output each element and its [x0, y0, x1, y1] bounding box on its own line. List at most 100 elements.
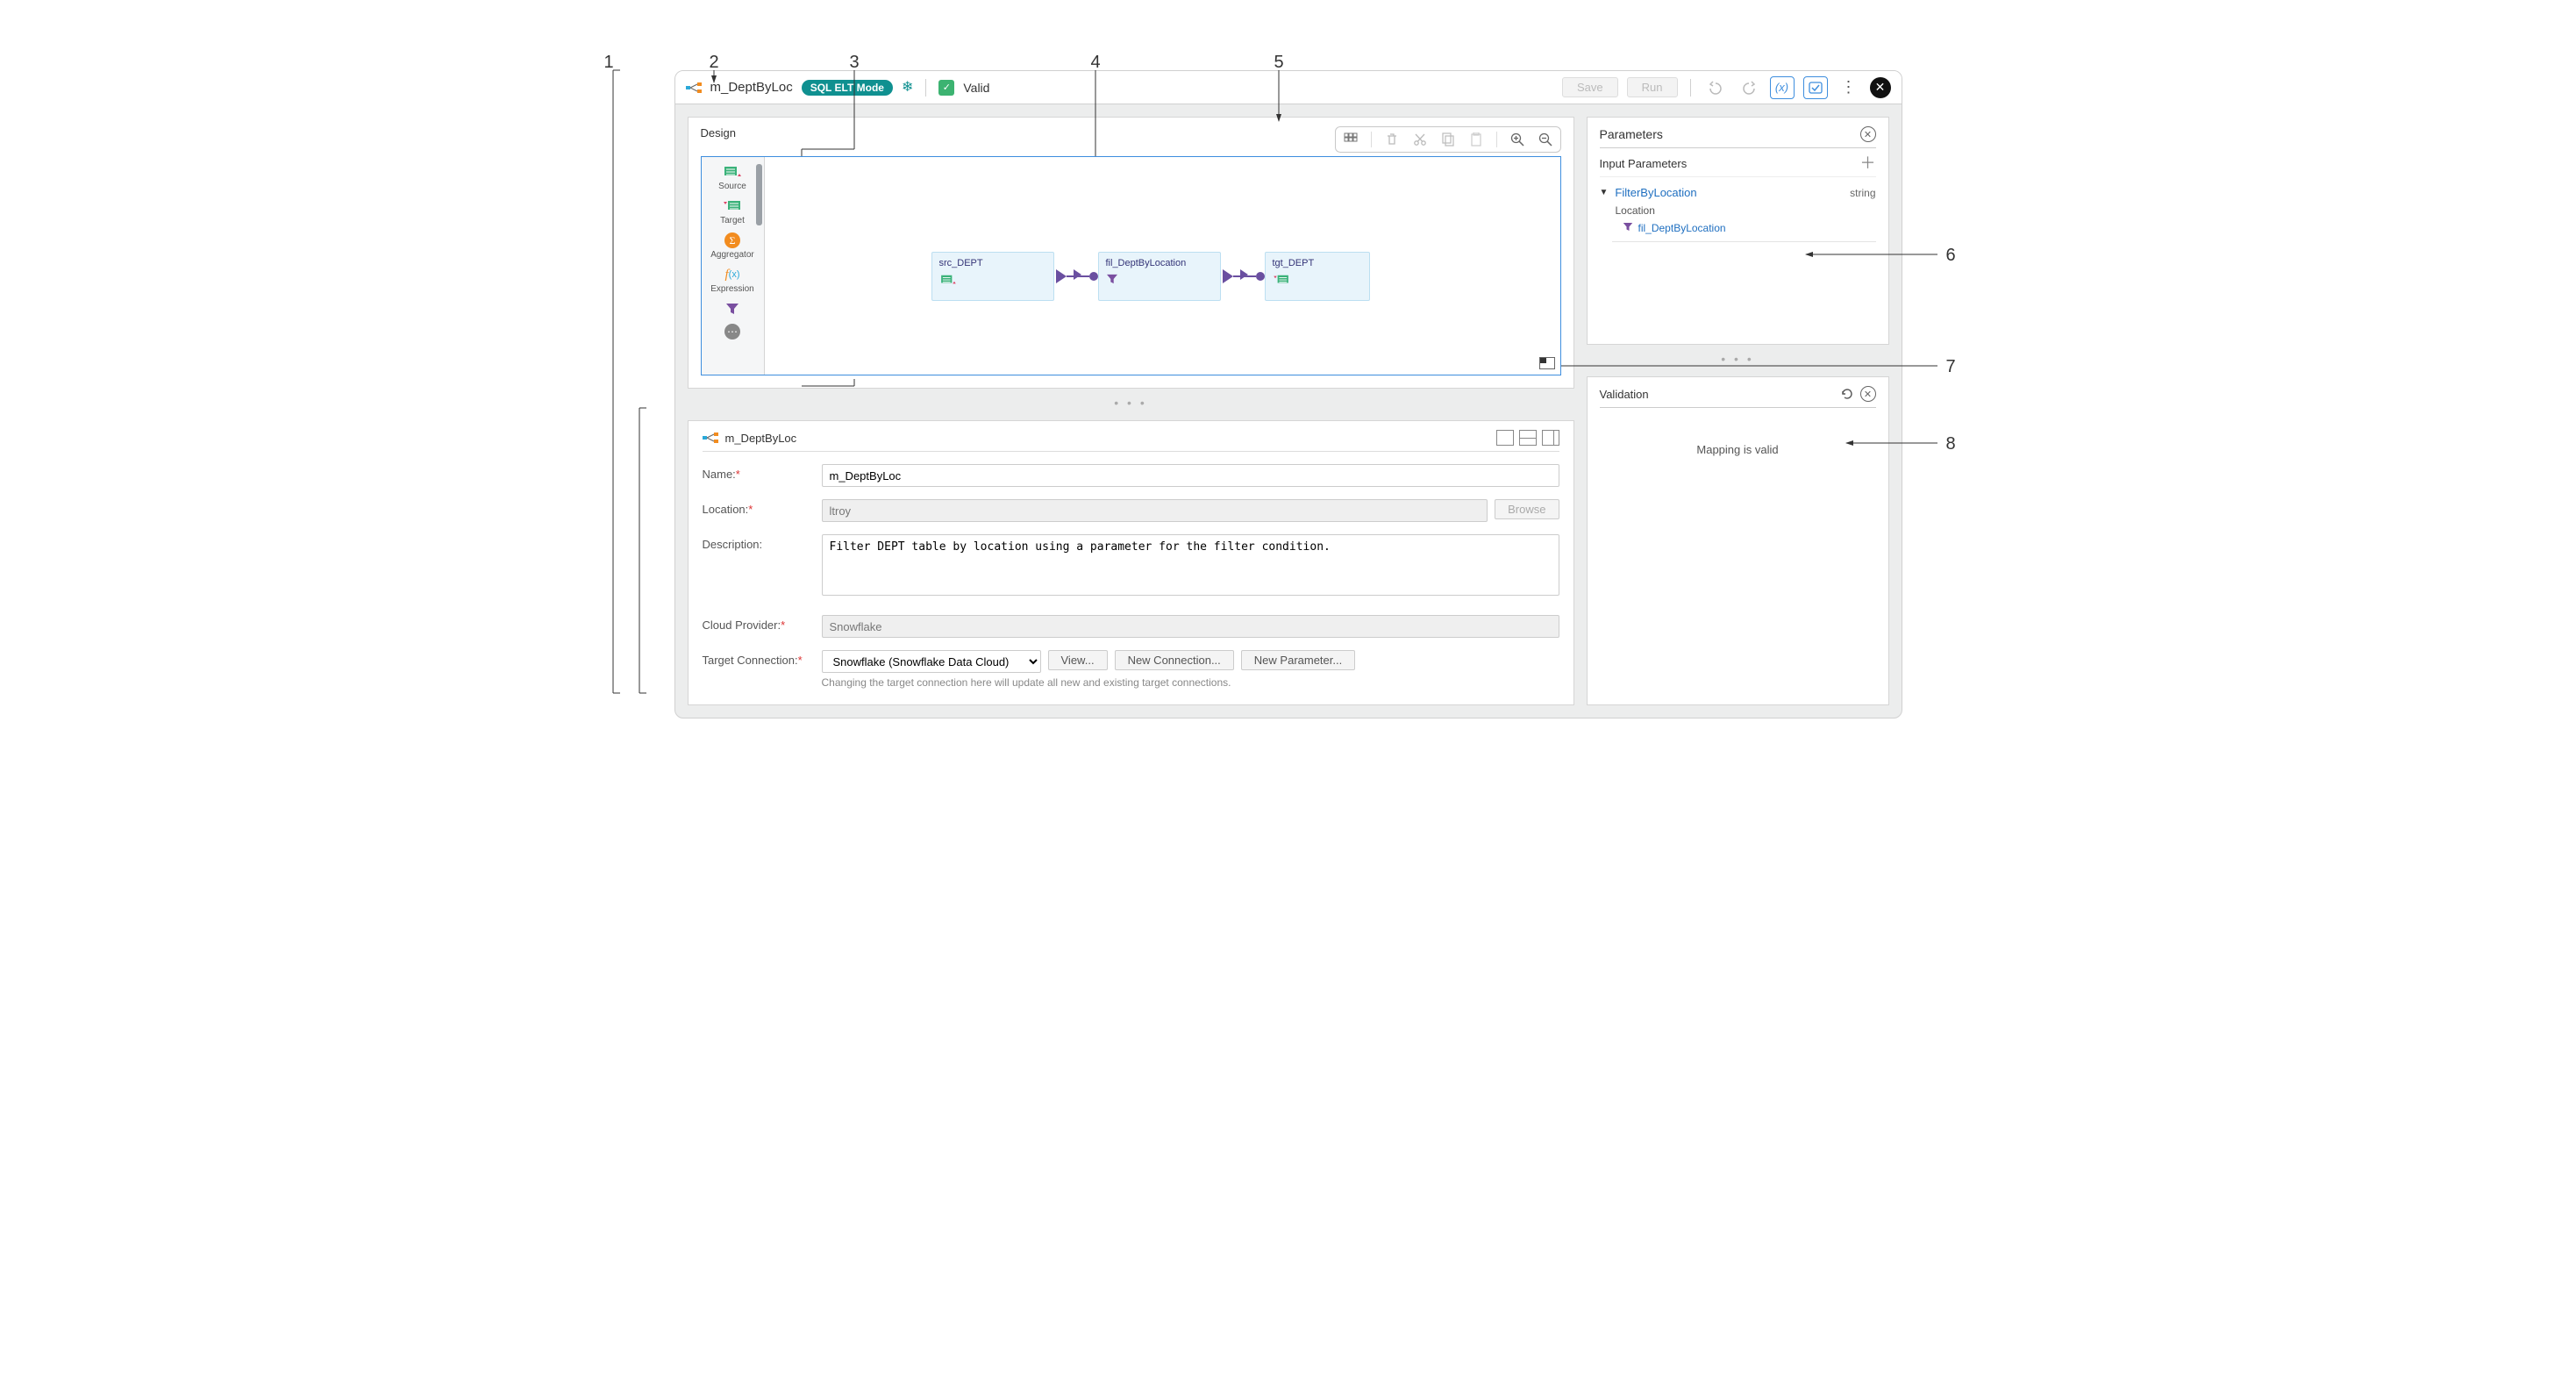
delete-icon[interactable]	[1384, 132, 1400, 147]
cloud-provider-input	[822, 615, 1559, 638]
node-label: fil_DeptByLocation	[1106, 258, 1213, 268]
browse-button[interactable]: Browse	[1495, 499, 1559, 519]
validation-toggle-icon[interactable]	[1803, 76, 1828, 99]
parameters-panel: Parameters ✕ Input Parameters ＋ ▼ Filter…	[1587, 117, 1889, 345]
add-parameter-icon[interactable]: ＋	[1860, 155, 1876, 171]
cloud-provider-label: Cloud Provider:	[703, 618, 781, 632]
cut-icon[interactable]	[1412, 132, 1428, 147]
view-connection-button[interactable]: View...	[1048, 650, 1108, 670]
palette-scrollbar[interactable]	[756, 164, 762, 225]
target-icon	[723, 198, 742, 214]
name-label: Name:	[703, 468, 736, 481]
run-button[interactable]: Run	[1627, 77, 1678, 97]
top-toolbar: m_DeptByLoc SQL ELT Mode ❄ ✓ Valid Save …	[675, 71, 1902, 104]
divider	[1612, 241, 1876, 242]
arrange-icon[interactable]	[1343, 132, 1359, 147]
design-title: Design	[701, 126, 736, 139]
parameter-type: string	[1850, 187, 1875, 199]
overview-toggle[interactable]	[1539, 357, 1555, 369]
paste-icon[interactable]	[1468, 132, 1484, 147]
refresh-icon[interactable]	[1839, 386, 1855, 402]
panel-resize-handle[interactable]: • • •	[1587, 355, 1889, 366]
source-icon	[723, 164, 742, 180]
validation-title: Validation	[1600, 388, 1649, 401]
palette-item-target[interactable]: Target	[720, 198, 745, 225]
link-output-port[interactable]	[1223, 269, 1233, 283]
undo-icon[interactable]	[1703, 76, 1728, 99]
location-label: Location:	[703, 503, 749, 516]
mapping-canvas[interactable]: src_DEPT f	[765, 157, 1560, 375]
link-input-port[interactable]	[1089, 272, 1098, 281]
close-button[interactable]: ✕	[1870, 77, 1891, 98]
target-connection-label: Target Connection:	[703, 654, 798, 667]
valid-check-icon: ✓	[938, 80, 954, 96]
separator	[925, 79, 926, 97]
node-fil-deptbylocation[interactable]: fil_DeptByLocation	[1098, 252, 1221, 301]
palette-more-icon[interactable]: ⋯	[724, 324, 740, 340]
palette-item-filter[interactable]	[723, 301, 742, 317]
canvas-container: Source Target Σ Aggregator	[701, 156, 1561, 375]
parameters-toggle-icon[interactable]: (x)	[1770, 76, 1795, 99]
valid-label: Valid	[963, 81, 989, 95]
link-arrow-outline	[1240, 269, 1248, 280]
node-label: tgt_DEPT	[1273, 258, 1362, 268]
more-menu-icon[interactable]: ⋮	[1837, 76, 1861, 99]
chevron-down-icon: ▼	[1600, 188, 1609, 197]
callout-6: 6	[1946, 246, 1956, 266]
validation-message: Mapping is valid	[1600, 443, 1876, 456]
palette-item-source[interactable]: Source	[718, 164, 746, 191]
callout-1: 1	[604, 53, 614, 73]
palette-label: Aggregator	[710, 250, 753, 260]
description-label: Description:	[703, 538, 763, 551]
name-input[interactable]	[822, 464, 1559, 487]
palette-label: Source	[718, 182, 746, 191]
parameter-sublabel: Location	[1616, 204, 1876, 217]
copy-icon[interactable]	[1440, 132, 1456, 147]
palette-item-expression[interactable]: f(x) Expression	[710, 267, 753, 294]
canvas-toolbar	[1335, 126, 1561, 153]
parameter-name[interactable]: FilterByLocation	[1615, 186, 1696, 199]
target-connection-select[interactable]: Snowflake (Snowflake Data Cloud)	[822, 650, 1041, 673]
node-tgt-dept[interactable]: tgt_DEPT	[1265, 252, 1370, 301]
mapping-icon	[703, 432, 718, 444]
transformation-palette: Source Target Σ Aggregator	[702, 157, 765, 375]
design-panel: Design	[688, 117, 1574, 389]
app-window: m_DeptByLoc SQL ELT Mode ❄ ✓ Valid Save …	[674, 70, 1902, 718]
mapping-title: m_DeptByLoc	[710, 80, 793, 95]
validation-panel: Validation ✕ Mapping is valid	[1587, 376, 1889, 705]
new-connection-button[interactable]: New Connection...	[1115, 650, 1234, 670]
parameter-row[interactable]: ▼ FilterByLocation string	[1600, 186, 1876, 199]
callout-7: 7	[1946, 357, 1956, 377]
mapping-icon	[686, 82, 702, 94]
zoom-in-icon[interactable]	[1509, 132, 1525, 147]
target-icon	[1273, 274, 1362, 289]
palette-item-aggregator[interactable]: Σ Aggregator	[710, 232, 753, 260]
save-button[interactable]: Save	[1562, 77, 1618, 97]
panel-resize-handle[interactable]: • • •	[688, 399, 1574, 410]
expression-icon: f(x)	[723, 267, 742, 282]
source-icon	[939, 274, 1046, 289]
link-input-port[interactable]	[1256, 272, 1265, 281]
node-label: src_DEPT	[939, 258, 1046, 268]
view-side-icon[interactable]	[1542, 430, 1559, 446]
target-connection-hint: Changing the target connection here will…	[822, 676, 1559, 689]
parameters-title: Parameters	[1600, 127, 1663, 141]
callout-8: 8	[1946, 434, 1956, 454]
parameter-usage[interactable]: fil_DeptByLocation	[1623, 222, 1876, 234]
palette-label: Expression	[710, 284, 753, 294]
description-input[interactable]	[822, 534, 1559, 596]
filter-icon	[1623, 222, 1633, 234]
redo-icon[interactable]	[1737, 76, 1761, 99]
view-split-icon[interactable]	[1519, 430, 1537, 446]
filter-icon	[723, 301, 742, 317]
view-single-icon[interactable]	[1496, 430, 1514, 446]
input-parameters-title: Input Parameters	[1600, 157, 1688, 170]
link-output-port[interactable]	[1056, 269, 1067, 283]
new-parameter-button[interactable]: New Parameter...	[1241, 650, 1355, 670]
parameter-usage-label: fil_DeptByLocation	[1638, 222, 1726, 234]
zoom-out-icon[interactable]	[1538, 132, 1553, 147]
properties-title: m_DeptByLoc	[725, 432, 797, 445]
close-validation-icon[interactable]: ✕	[1860, 386, 1876, 402]
node-src-dept[interactable]: src_DEPT	[931, 252, 1054, 301]
close-parameters-icon[interactable]: ✕	[1860, 126, 1876, 142]
